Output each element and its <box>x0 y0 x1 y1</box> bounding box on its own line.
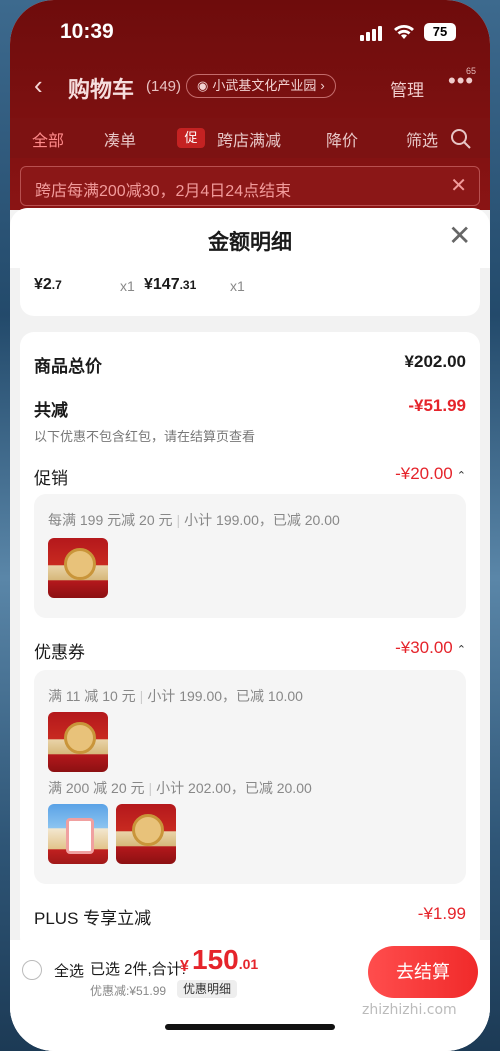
page-title: 购物车 <box>68 77 135 102</box>
checkout-bar: 全选 已选 2件,合计: ¥ 150.01 优惠减:¥51.99 优惠明细 去结… <box>10 940 490 1051</box>
promo-banner: 跨店每满200减30，2月4日24点结束 ✕ <box>20 166 480 206</box>
sheet-header: 金额明细 ✕ <box>10 208 490 268</box>
watermark: zhizhizhi.com <box>362 1002 457 1018</box>
cart-count: (149) <box>146 78 182 95</box>
item-price: ¥147.31 <box>144 276 197 293</box>
price-detail-card: 商品总价 ¥202.00 共减 -¥51.99 以下优惠不包含红包，请在结算页查… <box>20 332 480 952</box>
product-thumbnail[interactable] <box>48 712 108 772</box>
wifi-icon <box>394 25 414 39</box>
navigation-bar: ‹ 购物车 (149) ◉ 小武基文化产业园 › 管理 ••• 65 <box>10 66 490 106</box>
eye-icon: ◉ <box>197 78 209 93</box>
coupon-row[interactable]: 优惠券 -¥30.00 ⌃ <box>34 638 466 666</box>
reduce-row: 共减 -¥51.99 <box>34 396 466 424</box>
item-qty: x1 <box>230 278 245 294</box>
close-icon[interactable]: ✕ <box>448 222 471 250</box>
coupon-detail-box: 满 11 减 10 元 | 小计 199.00，已减 10.00 满 200 减 2… <box>34 670 466 884</box>
search-icon[interactable] <box>450 128 472 150</box>
discount-detail-button[interactable]: 优惠明细 <box>177 980 238 998</box>
total-row: 商品总价 ¥202.00 <box>34 352 466 380</box>
plus-row: PLUS 专享立减 -¥1.99 <box>34 904 466 932</box>
cart-header-area: 10:39 75 ‹ 购物车 (149) ◉ 小武基文化产业园 › 管理 •••… <box>10 0 490 210</box>
back-arrow-icon[interactable]: ‹ <box>34 70 43 101</box>
plus-label: PLUS 专享立减 <box>34 909 152 928</box>
phone-screen: 10:39 75 ‹ 购物车 (149) ◉ 小武基文化产业园 › 管理 •••… <box>10 0 490 1051</box>
address-selector[interactable]: ◉ 小武基文化产业园 › <box>186 74 336 98</box>
status-time: 10:39 <box>60 20 114 43</box>
promo-row[interactable]: 促销 -¥20.00 ⌃ <box>34 464 466 492</box>
tab-price-drop[interactable]: 降价 <box>326 127 358 151</box>
reduce-label: 共减 <box>34 401 68 420</box>
tab-filter[interactable]: 筛选 <box>406 127 438 151</box>
reduce-value: -¥51.99 <box>408 396 466 415</box>
total-value: ¥202.00 <box>404 352 466 371</box>
manage-button[interactable]: 管理 <box>390 76 424 101</box>
tab-all[interactable]: 全部 <box>32 127 64 151</box>
sheet-title: 金额明细 <box>208 231 292 254</box>
promo-banner-text: 跨店每满200减30，2月4日24点结束 <box>35 183 292 200</box>
total-label: 商品总价 <box>34 357 102 376</box>
status-bar: 10:39 75 <box>10 18 490 48</box>
amount-detail-sheet: 金额明细 ✕ ¥2.7 x1 ¥147.31 x1 商品总价 ¥202.00 共… <box>10 208 490 1051</box>
reduce-note: 以下优惠不包含红包，请在结算页查看 <box>34 429 256 444</box>
item-qty: x1 <box>120 278 135 294</box>
select-all-label[interactable]: 全选 <box>54 960 84 981</box>
currency-symbol: ¥ <box>180 958 189 975</box>
promo-value: -¥20.00 ⌃ <box>395 464 466 483</box>
coupon-label: 优惠券 <box>34 643 85 662</box>
total-price: 150.01 <box>192 944 259 975</box>
tab-cross-store[interactable]: 跨店满减 <box>217 127 281 151</box>
promo-label: 促销 <box>34 469 68 488</box>
discount-summary: 优惠减:¥51.99 <box>90 984 167 998</box>
chevron-up-icon: ⌃ <box>456 470 466 482</box>
selected-summary: 已选 2件,合计: <box>90 961 186 978</box>
checkout-button[interactable]: 去结算 <box>368 946 478 998</box>
coupon-rule-1: 满 11 减 10 元 | 小计 199.00，已减 10.00 <box>48 688 303 704</box>
close-icon[interactable]: ✕ <box>450 173 467 198</box>
product-thumbnail[interactable] <box>116 804 176 864</box>
promo-tag: 促 <box>177 128 205 148</box>
select-all-checkbox[interactable] <box>22 960 42 980</box>
promo-rule: 每满 199 元减 20 元 | 小计 199.00，已减 20.00 <box>48 512 340 528</box>
promo-detail-box: 每满 199 元减 20 元 | 小计 199.00，已减 20.00 <box>34 494 466 618</box>
address-label: 小武基文化产业园 <box>212 78 317 93</box>
message-badge: 65 <box>466 66 477 76</box>
chevron-right-icon: › <box>320 78 325 93</box>
item-price: ¥2.7 <box>34 276 62 293</box>
items-price-list: ¥2.7 x1 ¥147.31 x1 <box>20 268 480 316</box>
tab-bundle[interactable]: 凑单 <box>104 127 136 151</box>
signal-icon <box>360 26 382 41</box>
home-indicator[interactable] <box>165 1024 335 1030</box>
product-thumbnail[interactable] <box>48 804 108 864</box>
coupon-rule-2: 满 200 减 20 元 | 小计 202.00，已减 20.00 <box>48 780 312 796</box>
battery-indicator: 75 <box>424 23 456 41</box>
chevron-up-icon: ⌃ <box>456 644 466 656</box>
filter-tabs: 全部 凑单 促 跨店满减 降价 筛选 <box>10 118 490 158</box>
plus-value: -¥1.99 <box>417 904 466 923</box>
coupon-value: -¥30.00 ⌃ <box>395 638 466 657</box>
product-thumbnail[interactable] <box>48 538 108 598</box>
